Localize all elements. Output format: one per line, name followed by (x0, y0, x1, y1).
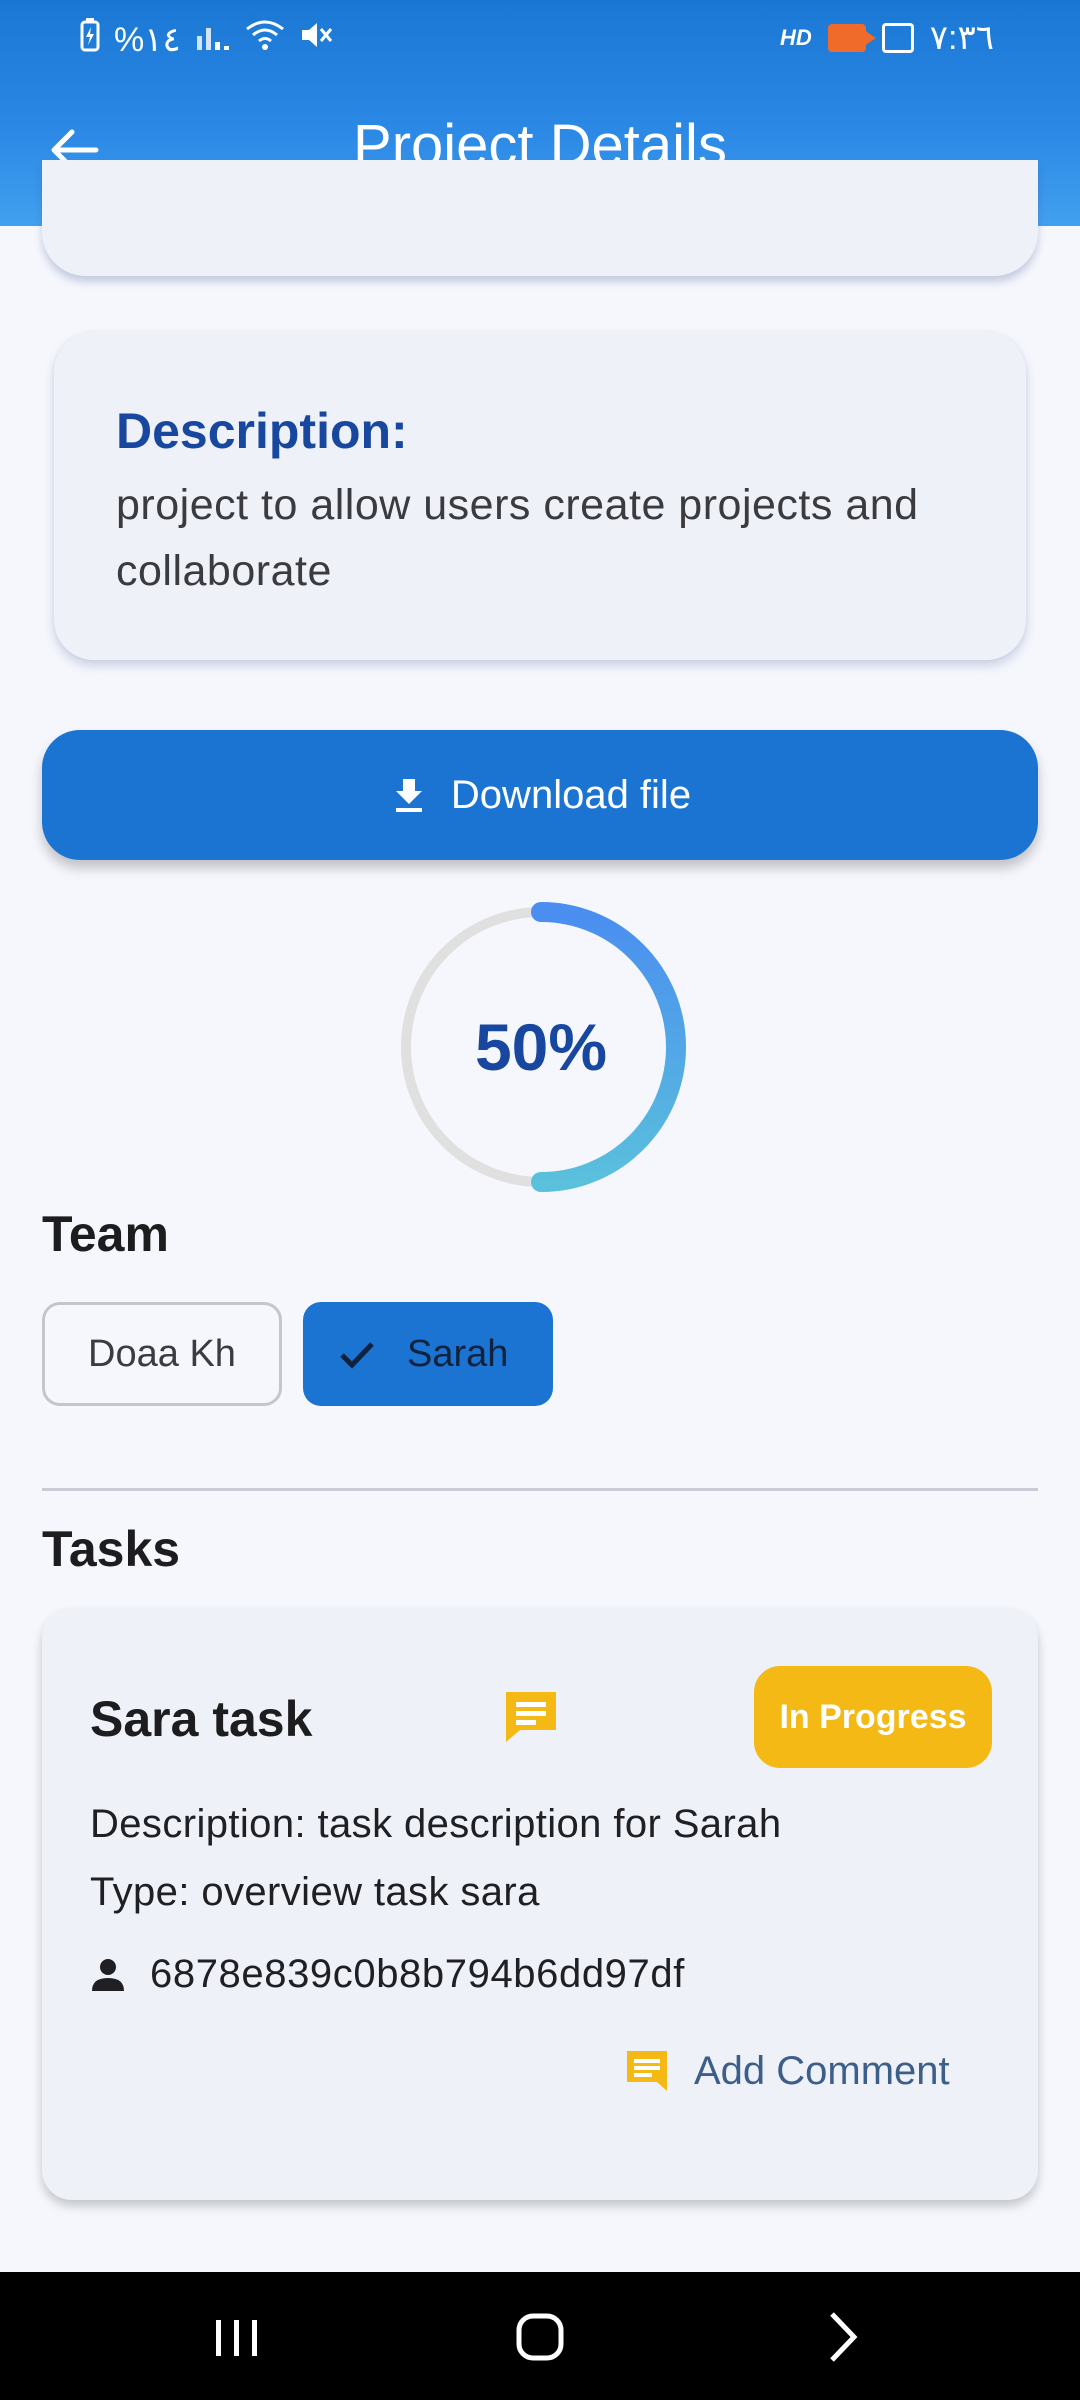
system-nav-bar (0, 2272, 1080, 2400)
check-icon (340, 1342, 374, 1369)
video-record-icon (827, 24, 876, 52)
team-member-name: Doaa Kh (88, 1332, 236, 1375)
task-title: Sara task (90, 1691, 313, 1747)
battery-percent: %١٤ (114, 20, 181, 59)
battery-charging-icon (80, 18, 100, 61)
task-card[interactable]: Sara task In Progress Description: task … (42, 1608, 1038, 2200)
status-bar: %١٤ HD ٧:٣٦ (0, 0, 1080, 80)
clock: ٧:٣٦ (929, 19, 994, 57)
recent-apps-icon[interactable] (202, 2302, 272, 2372)
comment-icon[interactable] (502, 1688, 560, 1746)
person-icon (92, 1958, 124, 1991)
task-type: Type: overview task sara (90, 1870, 540, 1914)
team-heading: Team (42, 1206, 169, 1262)
wifi-icon (245, 19, 285, 60)
add-comment-label: Add Comment (694, 2048, 950, 2093)
description-text: project to allow users create projects a… (116, 481, 919, 595)
mute-icon (299, 19, 333, 60)
signal-icon (195, 20, 231, 59)
task-description: Description: task description for Sarah (90, 1802, 782, 1846)
project-info-card (42, 160, 1038, 276)
gallery-icon (881, 23, 914, 53)
home-icon[interactable] (505, 2302, 575, 2372)
task-assignee: 6878e839c0b8b794b6dd97df (90, 1952, 685, 1997)
team-member-chip-selected[interactable]: Sarah (303, 1302, 553, 1406)
progress-percent: 50% (474, 1010, 608, 1084)
team-member-chip[interactable]: Doaa Kh (42, 1302, 282, 1406)
download-file-button[interactable]: Download file (42, 730, 1038, 860)
status-badge[interactable]: In Progress (754, 1666, 992, 1768)
assignee-id: 6878e839c0b8b794b6dd97df (150, 1952, 685, 1996)
add-comment-button[interactable]: Add Comment (624, 2048, 950, 2094)
comment-icon (627, 2051, 667, 2091)
description-card: Description: project to allow users crea… (54, 332, 1026, 660)
tasks-heading: Tasks (42, 1521, 181, 1577)
download-icon (395, 779, 422, 812)
section-divider (42, 1488, 1038, 1491)
download-file-label: Download file (450, 772, 692, 817)
hd-voice-icon: HD (779, 25, 812, 50)
description-label: Description: (116, 403, 408, 459)
team-member-name: Sarah (407, 1332, 509, 1375)
back-nav-icon[interactable] (808, 2302, 878, 2372)
